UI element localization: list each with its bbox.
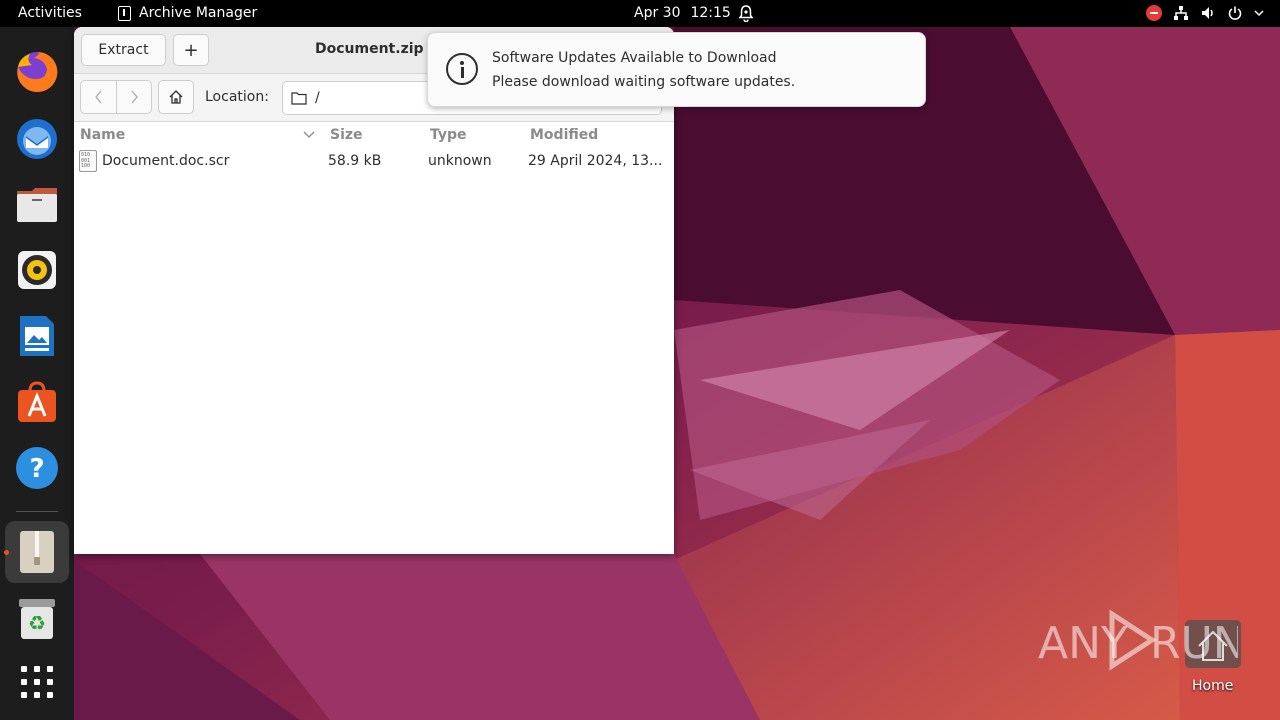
- file-size: 58.9 kB: [328, 153, 382, 169]
- chevron-down-icon: [1254, 10, 1264, 17]
- dock: ? ♻: [0, 27, 74, 720]
- running-indicator: [4, 550, 9, 555]
- dock-separator: [16, 511, 58, 512]
- location-label: Location:: [205, 89, 269, 105]
- app-center-icon: [18, 381, 56, 422]
- power-icon: [1228, 6, 1242, 20]
- extract-button[interactable]: Extract: [81, 34, 166, 66]
- anyrun-watermark: ANY RUN: [1038, 609, 1238, 671]
- thunderbird-icon: [17, 119, 57, 159]
- clock-date: Apr 30: [634, 5, 681, 21]
- svg-text:♻: ♻: [28, 611, 46, 635]
- dock-archive-manager[interactable]: [12, 527, 62, 577]
- chevron-right-icon: [131, 90, 138, 104]
- sort-chevron-down-icon: [303, 131, 315, 138]
- forward-button[interactable]: [116, 80, 152, 114]
- column-header-type[interactable]: Type: [430, 127, 467, 143]
- file-name: Document.doc.scr: [102, 153, 230, 169]
- rhythmbox-icon: [18, 251, 56, 289]
- software-update-notification[interactable]: Software Updates Available to Download P…: [427, 32, 926, 107]
- archive-app-icon: [118, 5, 131, 21]
- libreoffice-writer-icon: [20, 316, 54, 356]
- file-type: unknown: [428, 153, 492, 169]
- column-header-name[interactable]: Name: [80, 127, 125, 143]
- add-files-button[interactable]: +: [173, 34, 209, 66]
- watermark-text-any: ANY: [1038, 618, 1128, 669]
- dock-libreoffice-writer[interactable]: [12, 311, 62, 361]
- home-icon: [169, 90, 183, 104]
- home-folder-label[interactable]: Home: [1192, 678, 1233, 694]
- dock-show-apps[interactable]: [12, 657, 62, 707]
- column-header-size[interactable]: Size: [330, 127, 363, 143]
- dock-trash[interactable]: ♻: [12, 593, 62, 643]
- do-not-disturb-icon: [1146, 5, 1162, 21]
- notification-bell-icon: [738, 5, 754, 22]
- file-row[interactable]: 010 001 100 Document.doc.scr 58.9 kB unkno…: [74, 147, 674, 173]
- column-header-modified[interactable]: Modified: [530, 127, 598, 143]
- info-icon: [446, 53, 478, 85]
- clock[interactable]: Apr 30 12:15: [634, 5, 731, 21]
- files-icon: [17, 188, 57, 222]
- network-icon: [1174, 6, 1188, 20]
- volume-icon: [1202, 7, 1213, 19]
- home-button[interactable]: [158, 80, 194, 114]
- svg-text:?: ?: [29, 454, 44, 484]
- dock-rhythmbox[interactable]: [12, 245, 62, 295]
- system-tray[interactable]: [1146, 5, 1264, 21]
- dock-firefox[interactable]: [12, 47, 62, 97]
- archive-manager-icon: [20, 531, 54, 573]
- back-button[interactable]: [80, 80, 117, 114]
- notification-body: Please download waiting software updates…: [492, 74, 796, 90]
- app-menu-label: Archive Manager: [139, 5, 258, 21]
- trash-icon: ♻: [19, 599, 55, 639]
- folder-icon: [291, 92, 307, 105]
- chevron-left-icon: [94, 90, 101, 104]
- clock-time: 12:15: [690, 5, 731, 21]
- app-menu[interactable]: Archive Manager: [118, 5, 257, 21]
- activities-button[interactable]: Activities: [18, 5, 82, 21]
- window-title: Document.zip: [315, 41, 424, 57]
- dock-thunderbird[interactable]: [12, 113, 62, 163]
- dock-files[interactable]: [12, 179, 62, 229]
- help-icon: ?: [16, 447, 58, 489]
- top-bar: Activities Archive Manager Apr 30 12:15: [0, 0, 1280, 27]
- show-apps-icon: [21, 666, 53, 698]
- file-modified: 29 April 2024, 13...: [528, 153, 663, 169]
- notification-title: Software Updates Available to Download: [492, 50, 777, 66]
- location-value: /: [315, 90, 320, 106]
- watermark-text-run: RUN: [1150, 618, 1238, 669]
- binary-file-icon: 010 001 100: [79, 150, 97, 172]
- dock-app-center[interactable]: [12, 377, 62, 427]
- dock-help[interactable]: ?: [12, 443, 62, 493]
- firefox-icon: [17, 51, 58, 92]
